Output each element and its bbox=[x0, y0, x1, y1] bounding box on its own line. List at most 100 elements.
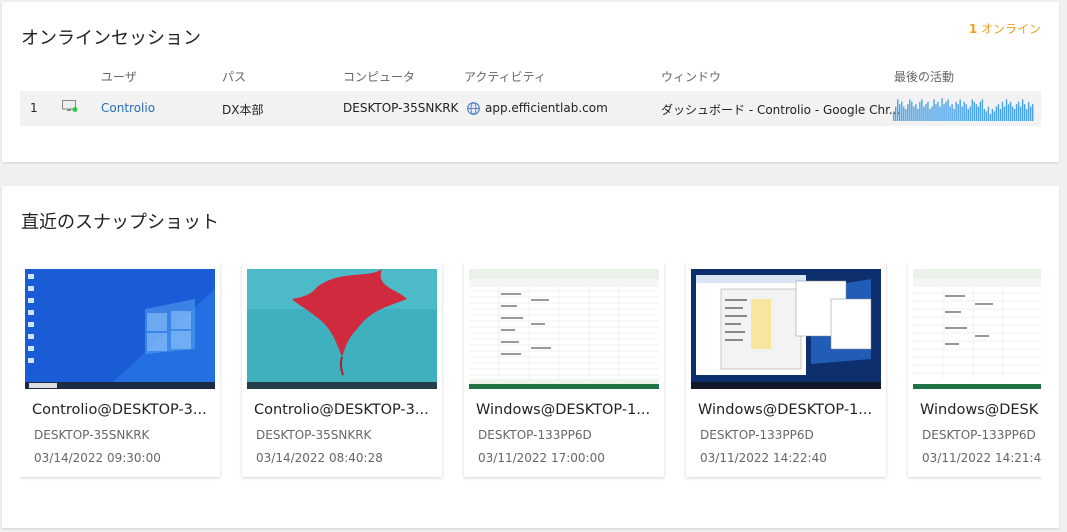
header-computer[interactable]: コンピュータ bbox=[343, 68, 415, 85]
activity-bar bbox=[927, 101, 929, 121]
snapshot-host: DESKTOP-133PP6D bbox=[478, 428, 592, 442]
snapshot-card[interactable]: Windows@DESK DESKTOP-133PP6D 03/11/2022 … bbox=[908, 262, 1041, 477]
activity-bar bbox=[905, 109, 907, 121]
header-user[interactable]: ユーザ bbox=[101, 68, 137, 85]
activity-bar bbox=[933, 99, 935, 121]
online-sessions-title: オンラインセッション bbox=[21, 28, 201, 49]
activity-bar bbox=[1015, 104, 1018, 121]
recent-snapshots-card: 直近のスナップショット Controlio@DESKTOP-3... DESKT… bbox=[2, 186, 1059, 528]
activity-bar bbox=[991, 109, 994, 121]
activity-bar bbox=[1009, 101, 1012, 121]
activity-bar bbox=[1023, 104, 1026, 121]
snapshot-card[interactable]: Controlio@DESKTOP-3... DESKTOP-35SNKRK 0… bbox=[20, 262, 220, 477]
online-count-number: 1 bbox=[968, 22, 978, 36]
activity-bar bbox=[917, 109, 919, 121]
globe-icon bbox=[467, 102, 480, 115]
header-last-activity[interactable]: 最後の活動 bbox=[894, 68, 954, 85]
activity-bar bbox=[949, 106, 951, 121]
activity-bar bbox=[985, 111, 988, 121]
activity-bar bbox=[941, 98, 943, 121]
header-activity[interactable]: アクティビティ bbox=[464, 68, 546, 85]
window-cell: ダッシュボード - Controlio - Google Chr... bbox=[661, 103, 901, 117]
activity-bar bbox=[1021, 99, 1024, 121]
snapshot-host: DESKTOP-35SNKRK bbox=[256, 428, 372, 442]
activity-bar bbox=[971, 99, 973, 121]
snapshot-card[interactable]: Controlio@DESKTOP-3... DESKTOP-35SNKRK 0… bbox=[242, 262, 442, 477]
activity-bar bbox=[1017, 101, 1020, 121]
activity-bar bbox=[1001, 101, 1004, 121]
activity-bar bbox=[967, 109, 969, 121]
activity-cell: app.efficientlab.com bbox=[485, 101, 608, 115]
activity-bar bbox=[919, 101, 921, 121]
activity-bar bbox=[1019, 106, 1022, 121]
activity-bar bbox=[931, 106, 933, 121]
activity-bar bbox=[977, 106, 980, 121]
computer-cell: DESKTOP-35SNKRK bbox=[343, 101, 459, 115]
activity-bar bbox=[925, 104, 927, 121]
activity-bar bbox=[901, 101, 903, 121]
activity-bar bbox=[961, 106, 963, 121]
activity-bar bbox=[937, 101, 939, 121]
activity-bar bbox=[893, 111, 895, 121]
activity-sparkline bbox=[893, 98, 1034, 121]
snapshot-time: 03/11/2022 14:21:4 bbox=[922, 451, 1041, 465]
activity-bar bbox=[995, 106, 998, 121]
snapshot-title: Windows@DESKTOP-1... bbox=[476, 402, 651, 418]
header-window[interactable]: ウィンドウ bbox=[661, 68, 721, 85]
table-row[interactable]: 1 Controlio DX本部 DESKTOP-35SNKRK app.eff… bbox=[20, 91, 1041, 126]
activity-bar bbox=[911, 101, 913, 121]
monitor-icon bbox=[62, 100, 78, 112]
snapshot-thumbnail[interactable] bbox=[469, 269, 659, 389]
snapshot-host: DESKTOP-35SNKRK bbox=[34, 428, 150, 442]
snapshot-card[interactable]: Windows@DESKTOP-1... DESKTOP-133PP6D 03/… bbox=[686, 262, 886, 477]
snapshot-thumbnail[interactable] bbox=[691, 269, 881, 389]
activity-bar bbox=[975, 104, 977, 121]
online-count-label: オンライン bbox=[977, 22, 1041, 36]
path-cell: DX本部 bbox=[222, 103, 264, 117]
activity-bar bbox=[1005, 99, 1008, 121]
activity-bar bbox=[965, 104, 967, 121]
snapshot-thumbnail[interactable] bbox=[247, 269, 437, 389]
activity-bar bbox=[999, 109, 1002, 121]
snapshot-thumbnail[interactable] bbox=[25, 269, 215, 389]
snapshot-time: 03/14/2022 08:40:28 bbox=[256, 451, 383, 465]
activity-bar bbox=[983, 109, 986, 121]
activity-bar bbox=[1013, 109, 1016, 121]
snapshot-title: Windows@DESKTOP-1... bbox=[698, 402, 873, 418]
activity-bar bbox=[1027, 101, 1030, 121]
activity-bar bbox=[921, 99, 923, 121]
activity-bar bbox=[939, 106, 941, 121]
activity-bar bbox=[1003, 106, 1006, 121]
activity-bar bbox=[951, 104, 953, 121]
snapshot-host: DESKTOP-133PP6D bbox=[700, 428, 814, 442]
activity-bar bbox=[969, 106, 971, 121]
activity-bar bbox=[953, 109, 955, 121]
activity-bar bbox=[907, 104, 909, 121]
activity-bar bbox=[963, 101, 965, 121]
activity-bar bbox=[929, 109, 931, 121]
row-index: 1 bbox=[30, 101, 38, 115]
activity-bar bbox=[945, 101, 947, 121]
activity-bar bbox=[997, 104, 1000, 121]
snapshot-strip[interactable]: Controlio@DESKTOP-3... DESKTOP-35SNKRK 0… bbox=[20, 262, 1041, 482]
activity-bar bbox=[1025, 109, 1028, 121]
activity-bar bbox=[903, 106, 905, 121]
activity-bar bbox=[913, 106, 915, 121]
snapshot-card[interactable]: Windows@DESKTOP-1... DESKTOP-133PP6D 03/… bbox=[464, 262, 664, 477]
activity-bar bbox=[981, 99, 984, 121]
activity-bar bbox=[973, 101, 975, 121]
activity-bar bbox=[1031, 104, 1034, 121]
activity-bar bbox=[987, 106, 990, 121]
activity-bar bbox=[959, 99, 961, 121]
activity-bar bbox=[943, 104, 945, 121]
activity-bar bbox=[935, 104, 937, 121]
activity-bar bbox=[955, 101, 957, 121]
activity-bar bbox=[923, 106, 925, 121]
user-link[interactable]: Controlio bbox=[101, 101, 155, 115]
header-path[interactable]: パス bbox=[222, 68, 246, 85]
snapshot-thumbnail[interactable] bbox=[913, 269, 1041, 389]
recent-snapshots-title: 直近のスナップショット bbox=[21, 212, 219, 233]
activity-bar bbox=[909, 99, 911, 121]
activity-bar bbox=[993, 111, 996, 121]
online-count[interactable]: 1 オンライン bbox=[969, 20, 1041, 37]
